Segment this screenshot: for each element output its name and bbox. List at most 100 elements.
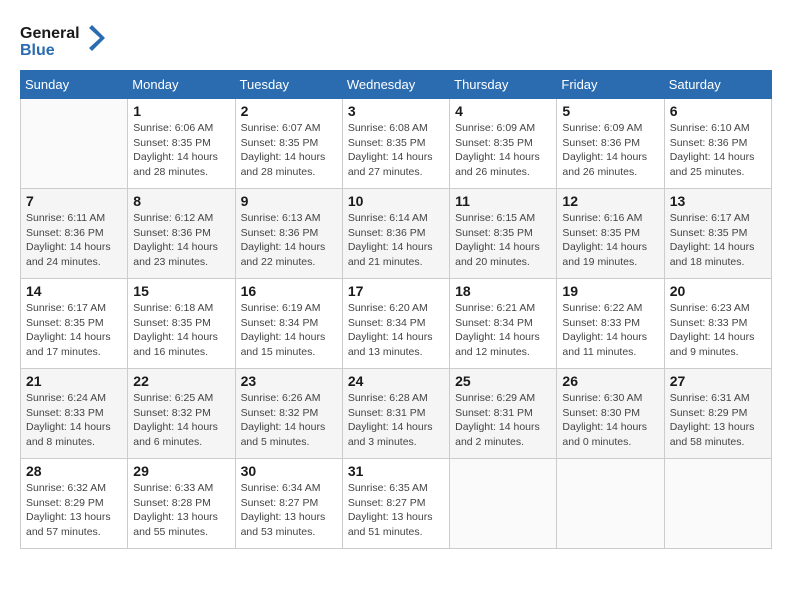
day-number: 21 <box>26 373 122 389</box>
calendar-cell <box>557 459 664 549</box>
day-number: 13 <box>670 193 766 209</box>
day-number: 15 <box>133 283 229 299</box>
day-number: 10 <box>348 193 444 209</box>
calendar-cell: 24 Sunrise: 6:28 AM Sunset: 8:31 PM Dayli… <box>342 369 449 459</box>
day-info: Sunrise: 6:25 AM Sunset: 8:32 PM Dayligh… <box>133 391 229 450</box>
calendar-cell: 17 Sunrise: 6:20 AM Sunset: 8:34 PM Dayli… <box>342 279 449 369</box>
day-info: Sunrise: 6:21 AM Sunset: 8:34 PM Dayligh… <box>455 301 551 360</box>
day-info: Sunrise: 6:29 AM Sunset: 8:31 PM Dayligh… <box>455 391 551 450</box>
day-info: Sunrise: 6:09 AM Sunset: 8:36 PM Dayligh… <box>562 121 658 180</box>
calendar-cell: 6Sunrise: 6:10 AM Sunset: 8:36 PM Daylig… <box>664 99 771 189</box>
day-number: 22 <box>133 373 229 389</box>
day-number: 18 <box>455 283 551 299</box>
calendar-cell: 3 Sunrise: 6:08 AM Sunset: 8:35 PM Daylig… <box>342 99 449 189</box>
calendar-table: SundayMondayTuesdayWednesdayThursdayFrid… <box>20 70 772 549</box>
calendar-week-row: 14 Sunrise: 6:17 AM Sunset: 8:35 PM Dayli… <box>21 279 772 369</box>
calendar-cell: 21 Sunrise: 6:24 AM Sunset: 8:33 PM Dayli… <box>21 369 128 459</box>
calendar-cell: 27Sunrise: 6:31 AM Sunset: 8:29 PM Dayli… <box>664 369 771 459</box>
calendar-cell: 22 Sunrise: 6:25 AM Sunset: 8:32 PM Dayli… <box>128 369 235 459</box>
calendar-cell: 11Sunrise: 6:15 AM Sunset: 8:35 PM Dayli… <box>450 189 557 279</box>
calendar-cell: 28 Sunrise: 6:32 AM Sunset: 8:29 PM Dayli… <box>21 459 128 549</box>
weekday-thursday: Thursday <box>450 71 557 99</box>
day-info: Sunrise: 6:33 AM Sunset: 8:28 PM Dayligh… <box>133 481 229 540</box>
calendar-cell: 29Sunrise: 6:33 AM Sunset: 8:28 PM Dayli… <box>128 459 235 549</box>
calendar-cell: 14 Sunrise: 6:17 AM Sunset: 8:35 PM Dayli… <box>21 279 128 369</box>
day-info: Sunrise: 6:11 AM Sunset: 8:36 PM Dayligh… <box>26 211 122 270</box>
day-info: Sunrise: 6:06 AM Sunset: 8:35 PM Dayligh… <box>133 121 229 180</box>
calendar-cell: 9 Sunrise: 6:13 AM Sunset: 8:36 PM Daylig… <box>235 189 342 279</box>
day-number: 4 <box>455 103 551 119</box>
weekday-saturday: Saturday <box>664 71 771 99</box>
day-number: 23 <box>241 373 337 389</box>
day-number: 2 <box>241 103 337 119</box>
day-number: 27 <box>670 373 766 389</box>
day-number: 1 <box>133 103 229 119</box>
day-number: 24 <box>348 373 444 389</box>
day-info: Sunrise: 6:23 AM Sunset: 8:33 PM Dayligh… <box>670 301 766 360</box>
day-info: Sunrise: 6:12 AM Sunset: 8:36 PM Dayligh… <box>133 211 229 270</box>
day-info: Sunrise: 6:08 AM Sunset: 8:35 PM Dayligh… <box>348 121 444 180</box>
calendar-cell: 23 Sunrise: 6:26 AM Sunset: 8:32 PM Dayli… <box>235 369 342 459</box>
calendar-cell: 30Sunrise: 6:34 AM Sunset: 8:27 PM Dayli… <box>235 459 342 549</box>
weekday-monday: Monday <box>128 71 235 99</box>
calendar-cell: 5 Sunrise: 6:09 AM Sunset: 8:36 PM Daylig… <box>557 99 664 189</box>
day-info: Sunrise: 6:28 AM Sunset: 8:31 PM Dayligh… <box>348 391 444 450</box>
weekday-header-row: SundayMondayTuesdayWednesdayThursdayFrid… <box>21 71 772 99</box>
day-number: 14 <box>26 283 122 299</box>
calendar-cell: 31Sunrise: 6:35 AM Sunset: 8:27 PM Dayli… <box>342 459 449 549</box>
calendar-cell: 2 Sunrise: 6:07 AM Sunset: 8:35 PM Daylig… <box>235 99 342 189</box>
day-info: Sunrise: 6:22 AM Sunset: 8:33 PM Dayligh… <box>562 301 658 360</box>
calendar-cell: 8 Sunrise: 6:12 AM Sunset: 8:36 PM Daylig… <box>128 189 235 279</box>
calendar-cell: 1 Sunrise: 6:06 AM Sunset: 8:35 PM Daylig… <box>128 99 235 189</box>
day-info: Sunrise: 6:18 AM Sunset: 8:35 PM Dayligh… <box>133 301 229 360</box>
day-info: Sunrise: 6:17 AM Sunset: 8:35 PM Dayligh… <box>670 211 766 270</box>
day-number: 25 <box>455 373 551 389</box>
weekday-friday: Friday <box>557 71 664 99</box>
page-header: GeneralBlue <box>20 20 772 60</box>
day-info: Sunrise: 6:15 AM Sunset: 8:35 PM Dayligh… <box>455 211 551 270</box>
day-info: Sunrise: 6:17 AM Sunset: 8:35 PM Dayligh… <box>26 301 122 360</box>
calendar-cell: 15 Sunrise: 6:18 AM Sunset: 8:35 PM Dayli… <box>128 279 235 369</box>
weekday-sunday: Sunday <box>21 71 128 99</box>
day-number: 3 <box>348 103 444 119</box>
day-info: Sunrise: 6:13 AM Sunset: 8:36 PM Dayligh… <box>241 211 337 270</box>
calendar-cell: 20 Sunrise: 6:23 AM Sunset: 8:33 PM Dayli… <box>664 279 771 369</box>
day-number: 26 <box>562 373 658 389</box>
calendar-cell: 26 Sunrise: 6:30 AM Sunset: 8:30 PM Dayli… <box>557 369 664 459</box>
day-info: Sunrise: 6:26 AM Sunset: 8:32 PM Dayligh… <box>241 391 337 450</box>
day-info: Sunrise: 6:19 AM Sunset: 8:34 PM Dayligh… <box>241 301 337 360</box>
calendar-cell: 19 Sunrise: 6:22 AM Sunset: 8:33 PM Dayli… <box>557 279 664 369</box>
day-info: Sunrise: 6:20 AM Sunset: 8:34 PM Dayligh… <box>348 301 444 360</box>
day-info: Sunrise: 6:32 AM Sunset: 8:29 PM Dayligh… <box>26 481 122 540</box>
day-number: 12 <box>562 193 658 209</box>
day-number: 28 <box>26 463 122 479</box>
calendar-cell: 10 Sunrise: 6:14 AM Sunset: 8:36 PM Dayli… <box>342 189 449 279</box>
day-number: 19 <box>562 283 658 299</box>
weekday-tuesday: Tuesday <box>235 71 342 99</box>
day-info: Sunrise: 6:24 AM Sunset: 8:33 PM Dayligh… <box>26 391 122 450</box>
calendar-cell: 25 Sunrise: 6:29 AM Sunset: 8:31 PM Dayli… <box>450 369 557 459</box>
day-number: 9 <box>241 193 337 209</box>
day-number: 6 <box>670 103 766 119</box>
logo-icon: GeneralBlue <box>20 20 110 60</box>
weekday-wednesday: Wednesday <box>342 71 449 99</box>
day-number: 8 <box>133 193 229 209</box>
day-number: 20 <box>670 283 766 299</box>
day-number: 17 <box>348 283 444 299</box>
calendar-cell <box>21 99 128 189</box>
calendar-cell: 4 Sunrise: 6:09 AM Sunset: 8:35 PM Daylig… <box>450 99 557 189</box>
logo: GeneralBlue <box>20 20 110 60</box>
day-number: 5 <box>562 103 658 119</box>
calendar-cell: 16 Sunrise: 6:19 AM Sunset: 8:34 PM Dayli… <box>235 279 342 369</box>
day-info: Sunrise: 6:14 AM Sunset: 8:36 PM Dayligh… <box>348 211 444 270</box>
svg-text:Blue: Blue <box>20 42 55 59</box>
calendar-cell: 13 Sunrise: 6:17 AM Sunset: 8:35 PM Dayli… <box>664 189 771 279</box>
day-number: 16 <box>241 283 337 299</box>
calendar-cell: 12 Sunrise: 6:16 AM Sunset: 8:35 PM Dayli… <box>557 189 664 279</box>
day-info: Sunrise: 6:16 AM Sunset: 8:35 PM Dayligh… <box>562 211 658 270</box>
day-info: Sunrise: 6:30 AM Sunset: 8:30 PM Dayligh… <box>562 391 658 450</box>
calendar-week-row: 1 Sunrise: 6:06 AM Sunset: 8:35 PM Daylig… <box>21 99 772 189</box>
day-info: Sunrise: 6:09 AM Sunset: 8:35 PM Dayligh… <box>455 121 551 180</box>
day-info: Sunrise: 6:07 AM Sunset: 8:35 PM Dayligh… <box>241 121 337 180</box>
day-number: 7 <box>26 193 122 209</box>
